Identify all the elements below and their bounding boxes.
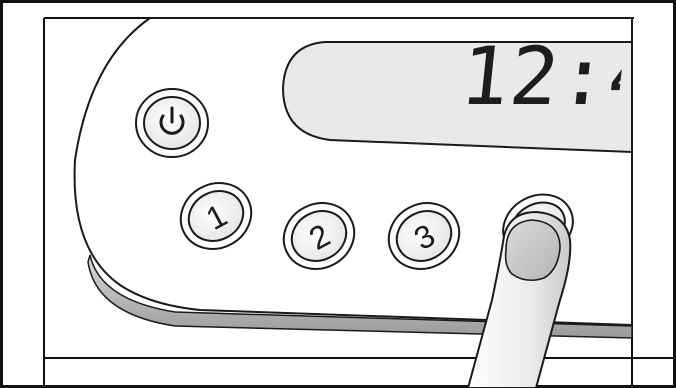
fingernail [504, 219, 561, 282]
lcd-time-readout: 12:4 [456, 30, 627, 123]
illustration-frame: 1 2 3 12:4 [0, 0, 676, 388]
power-button[interactable] [135, 88, 209, 158]
